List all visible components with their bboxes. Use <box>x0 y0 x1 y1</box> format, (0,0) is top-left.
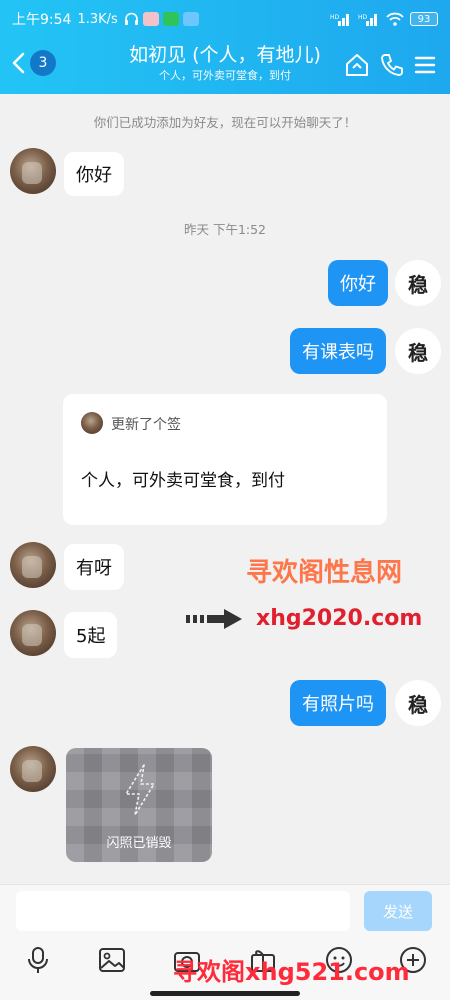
back-button[interactable]: 3 <box>10 50 56 76</box>
battery-level: 93 <box>410 12 438 26</box>
svg-text:HD: HD <box>330 14 340 21</box>
status-right: HD HD 93 <box>330 12 438 26</box>
network-speed: 1.3K/s <box>77 11 118 27</box>
watermark-arrow-icon <box>186 609 242 629</box>
my-avatar[interactable]: 稳 <box>395 260 441 306</box>
wechat-icon <box>162 12 179 26</box>
message-input[interactable] <box>16 891 350 931</box>
menu-icon[interactable] <box>412 52 438 78</box>
svg-text:HD: HD <box>358 14 368 21</box>
wifi-icon <box>386 12 404 26</box>
signal-icon: HD <box>330 14 349 26</box>
cloud-icon <box>182 12 199 26</box>
status-bar: 上午9:54 1.3K/s HD HD 93 <box>0 0 450 38</box>
signature-card-header: 更新了个签 <box>111 417 181 433</box>
watermark-text: xhg2020.com <box>256 606 423 631</box>
watermark-text: 寻欢阁性息网 <box>246 558 403 588</box>
contact-avatar[interactable] <box>10 542 56 588</box>
notification-icons <box>124 12 199 26</box>
back-chevron-icon <box>12 52 25 74</box>
contact-avatar[interactable] <box>10 746 56 792</box>
flash-photo-message[interactable]: 闪照已销毁 <box>66 748 212 862</box>
message-bubble-incoming[interactable]: 有呀 <box>64 544 124 590</box>
chat-title: 如初见 (个人，有地儿) <box>129 44 321 66</box>
chat-subtitle: 个人，可外卖可堂食，到付 <box>159 69 291 82</box>
contact-avatar[interactable] <box>10 610 56 656</box>
image-icon[interactable] <box>97 945 127 975</box>
app-notification-icon <box>142 12 159 26</box>
send-button[interactable]: 发送 <box>364 891 432 931</box>
signature-card-body: 个人，可外卖可堂食，到付 <box>81 471 285 491</box>
signature-avatar <box>81 412 103 434</box>
my-avatar[interactable]: 稳 <box>395 680 441 726</box>
message-bubble-outgoing[interactable]: 有照片吗 <box>290 680 386 726</box>
nav-row: 3 如初见 (个人，有地儿) 个人，可外卖可堂食，到付 <box>0 38 450 94</box>
lightning-bolt-icon <box>125 764 155 816</box>
flash-photo-label: 闪照已销毁 <box>106 836 172 851</box>
home-indicator <box>150 991 300 996</box>
chat-title-block[interactable]: 如初见 (个人，有地儿) 个人，可外卖可堂食，到付 <box>90 42 360 84</box>
unread-count-badge: 3 <box>30 50 56 76</box>
signature-update-card[interactable]: 更新了个签 个人，可外卖可堂食，到付 <box>63 394 387 525</box>
mic-icon[interactable] <box>23 945 53 975</box>
message-timestamp: 昨天 下午1:52 <box>183 222 267 237</box>
message-bubble-outgoing[interactable]: 有课表吗 <box>290 328 386 374</box>
status-time: 上午9:54 <box>12 12 72 28</box>
home-icon[interactable] <box>344 52 370 78</box>
headset-icon <box>124 12 138 25</box>
signal-icon: HD <box>358 14 377 26</box>
friend-added-notice: 你们已成功添加为好友，现在可以开始聊天了！ <box>93 115 357 130</box>
chat-header: 上午9:54 1.3K/s HD HD 93 3 如初见 (个人，有地儿) 个人… <box>0 0 450 94</box>
watermark-text: 寻欢阁xhg521.com <box>173 958 410 986</box>
message-bubble-outgoing[interactable]: 你好 <box>328 260 388 306</box>
message-list[interactable]: 你们已成功添加为好友，现在可以开始聊天了！ 你好 昨天 下午1:52 你好 稳 … <box>0 94 450 884</box>
contact-avatar[interactable] <box>10 148 56 194</box>
phone-icon[interactable] <box>379 52 405 78</box>
message-bubble-incoming[interactable]: 你好 <box>64 152 124 196</box>
message-bubble-incoming[interactable]: 5起 <box>64 612 118 658</box>
my-avatar[interactable]: 稳 <box>395 328 441 374</box>
